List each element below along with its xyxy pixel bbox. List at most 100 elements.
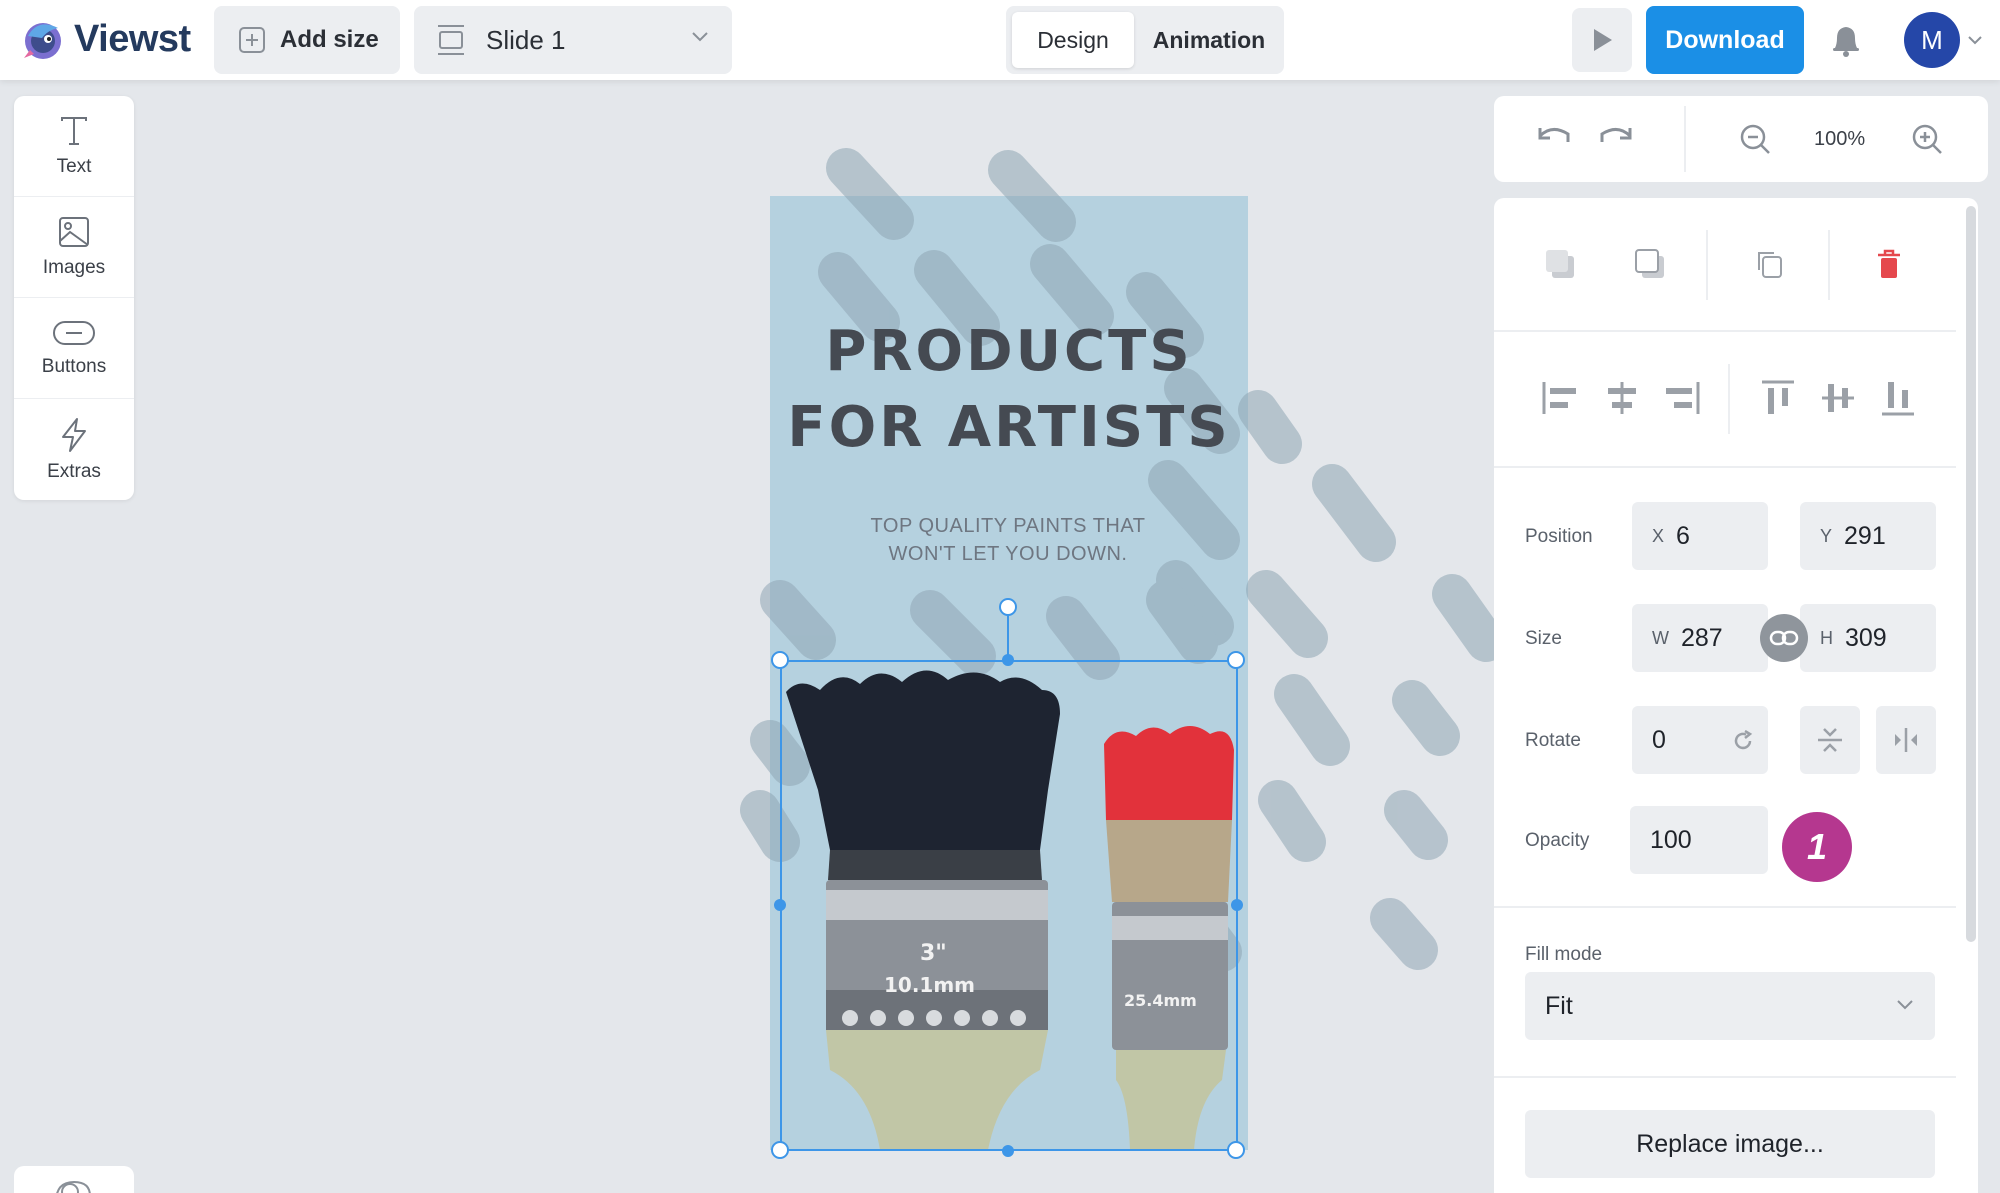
bell-icon	[1833, 27, 1859, 57]
canvas-subline-line1: TOP QUALITY PAINTS THAT	[870, 515, 1146, 537]
align-right-icon[interactable]	[1662, 378, 1702, 418]
resize-handle-bottom-right[interactable]	[1227, 1141, 1245, 1159]
add-size-label: Add size	[280, 26, 379, 53]
x-field[interactable]: X 6	[1632, 502, 1768, 570]
align-divider	[1728, 364, 1730, 434]
canvas-headline-line2: FOR ARTISTS	[787, 395, 1231, 460]
flip-vertical-button[interactable]	[1800, 706, 1860, 774]
tool-extras[interactable]: Extras	[14, 399, 134, 500]
w-value: 287	[1681, 623, 1723, 652]
rotate-field[interactable]: 0	[1632, 706, 1768, 774]
tab-animation[interactable]: Animation	[1140, 12, 1278, 68]
zoom-level[interactable]: 100%	[1814, 128, 1865, 151]
resize-handle-top-right[interactable]	[1227, 651, 1245, 669]
resize-handle-top-left[interactable]	[771, 651, 789, 669]
undo-icon[interactable]	[1534, 122, 1574, 152]
slide-icon	[438, 25, 464, 55]
chevron-down-icon[interactable]	[1966, 34, 1984, 46]
send-backward-icon[interactable]	[1542, 246, 1578, 282]
download-button[interactable]: Download	[1646, 6, 1804, 74]
bring-forward-icon[interactable]	[1632, 246, 1668, 282]
zoom-divider	[1684, 106, 1686, 172]
align-left-icon[interactable]	[1540, 378, 1580, 418]
delete-icon[interactable]	[1872, 246, 1906, 282]
canvas-headline-line1: PRODUCTS	[825, 319, 1193, 384]
size-label: Size	[1525, 628, 1562, 649]
fill-mode-label: Fill mode	[1525, 944, 1603, 965]
tab-design[interactable]: Design	[1012, 12, 1134, 68]
fill-mode-value: Fit	[1545, 991, 1573, 1020]
zoom-out-icon[interactable]	[1738, 122, 1772, 156]
preview-button[interactable]	[1572, 8, 1632, 72]
opacity-label: Opacity	[1525, 830, 1590, 851]
arrange-divider-2	[1828, 230, 1830, 300]
app-logo[interactable]: Viewst	[18, 14, 191, 64]
button-icon	[53, 321, 95, 345]
tool-images[interactable]: Images	[14, 197, 134, 298]
canvas-headline[interactable]: PRODUCTS FOR ARTISTS	[770, 314, 1248, 466]
chat-icon	[56, 1180, 91, 1193]
lightning-icon	[62, 417, 86, 452]
opacity-value: 100	[1650, 825, 1692, 854]
step-badge: 1	[1782, 812, 1852, 882]
align-middle-v-icon[interactable]	[1818, 378, 1858, 418]
notifications-button[interactable]	[1814, 8, 1878, 72]
top-bar: Viewst Add size Slide 1 Design Animation…	[0, 0, 2000, 80]
position-label: Position	[1525, 526, 1593, 547]
flip-horizontal-button[interactable]	[1876, 706, 1936, 774]
align-bottom-icon[interactable]	[1878, 378, 1918, 418]
tool-images-label: Images	[42, 257, 106, 278]
chat-widget[interactable]	[14, 1166, 134, 1193]
avatar[interactable]: M	[1904, 12, 1960, 68]
height-field[interactable]: H 309	[1800, 604, 1936, 672]
selection-box[interactable]	[780, 660, 1238, 1151]
width-field[interactable]: W 287	[1632, 604, 1768, 672]
chevron-down-icon	[1897, 1000, 1913, 1010]
resize-handle-bottom-left[interactable]	[771, 1141, 789, 1159]
duplicate-icon[interactable]	[1752, 246, 1788, 282]
redo-icon[interactable]	[1596, 122, 1636, 152]
lock-ratio-button[interactable]	[1760, 614, 1808, 662]
rotate-reset-icon[interactable]	[1732, 730, 1754, 752]
section-divider	[1494, 330, 1956, 332]
y-field[interactable]: Y 291	[1800, 502, 1936, 570]
resize-handle-top[interactable]	[1002, 654, 1014, 666]
resize-handle-right[interactable]	[1231, 899, 1243, 911]
section-divider	[1494, 1076, 1956, 1078]
canvas-subline-line2: WON'T LET YOU DOWN.	[888, 543, 1128, 565]
y-value: 291	[1844, 521, 1886, 550]
properties-scrollbar[interactable]	[1966, 206, 1976, 942]
flip-horizontal-icon	[1895, 728, 1917, 752]
image-icon	[59, 217, 89, 247]
canvas-subline[interactable]: TOP QUALITY PAINTS THAT WON'T LET YOU DO…	[840, 512, 1176, 568]
resize-handle-bottom[interactable]	[1002, 1145, 1014, 1157]
align-top-icon[interactable]	[1758, 378, 1798, 418]
slide-label: Slide 1	[486, 24, 566, 55]
logo-icon	[24, 23, 61, 59]
opacity-field[interactable]: 100	[1630, 806, 1768, 874]
x-prefix: X	[1652, 525, 1665, 546]
y-prefix: Y	[1820, 525, 1833, 546]
slide-selector[interactable]: Slide 1	[414, 6, 732, 74]
replace-image-button[interactable]: Replace image...	[1525, 1110, 1935, 1178]
fill-mode-select[interactable]: Fit	[1525, 972, 1935, 1040]
tool-buttons[interactable]: Buttons	[14, 298, 134, 399]
rotate-handle[interactable]	[999, 598, 1017, 616]
app-name: Viewst	[74, 17, 191, 60]
arrange-divider	[1706, 230, 1708, 300]
rotate-value: 0	[1652, 725, 1666, 754]
w-prefix: W	[1652, 627, 1669, 648]
zoom-in-icon[interactable]	[1910, 122, 1944, 156]
text-icon	[61, 117, 87, 145]
tool-text[interactable]: Text	[14, 96, 134, 197]
h-value: 309	[1845, 623, 1887, 652]
properties-panel	[1494, 198, 1978, 1193]
x-value: 6	[1676, 521, 1690, 550]
section-divider	[1494, 466, 1956, 468]
tool-extras-label: Extras	[47, 460, 101, 482]
align-center-h-icon[interactable]	[1602, 378, 1642, 418]
add-size-button[interactable]: Add size	[214, 6, 400, 74]
resize-handle-left[interactable]	[774, 899, 786, 911]
tool-text-label: Text	[56, 156, 92, 177]
rotate-label: Rotate	[1525, 730, 1581, 751]
